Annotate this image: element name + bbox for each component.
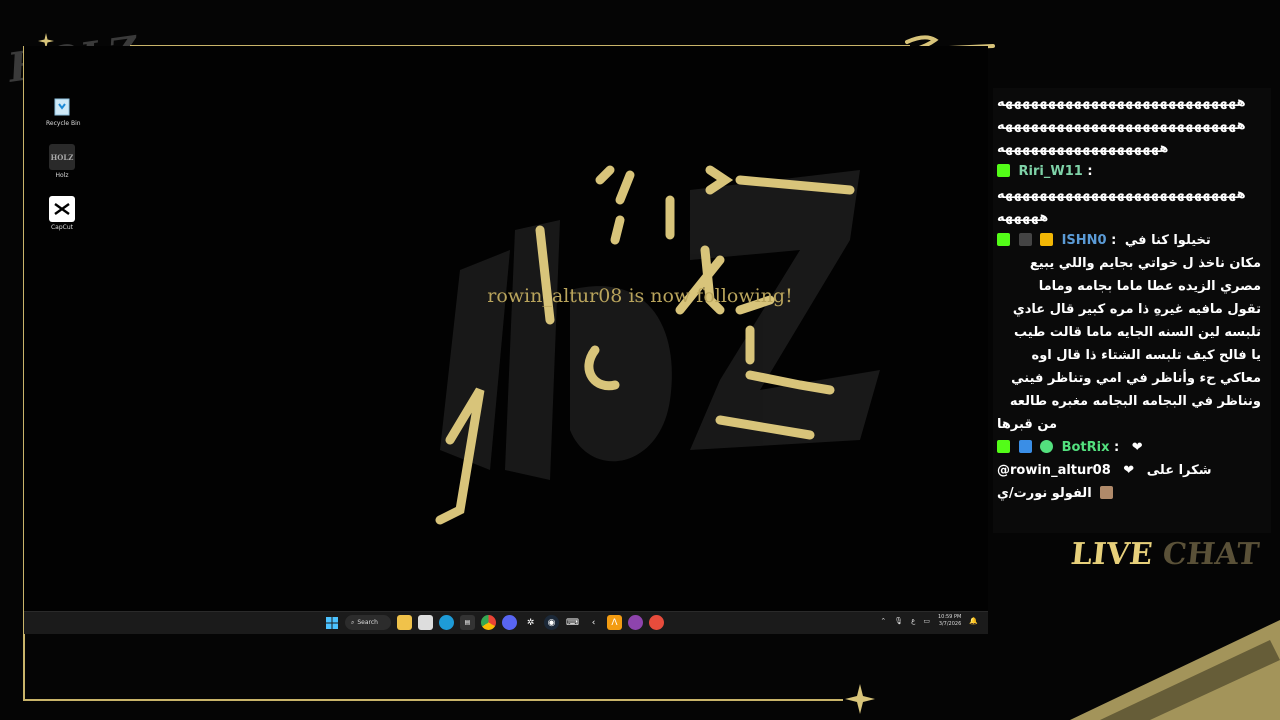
chat-line: معاكي حء وأناظر في امي وتناظر فيني xyxy=(1011,371,1261,386)
crown-badge-icon xyxy=(1040,233,1054,246)
chat-line: ونناظر في البجامه البجامه مغبره طالعه xyxy=(1009,394,1261,409)
windows-taskbar: ⌕ Search ▤ ✲ ◉ ⌨ ‹ Λ ⌃ 🎙 ع ▭ 10:59 PM 3/… xyxy=(24,611,988,634)
sparkle-badge-icon xyxy=(1018,233,1032,246)
notification-bell-icon[interactable]: 🔔 xyxy=(969,617,978,625)
chat-line: من قبرها xyxy=(997,417,1058,432)
bot-badge-icon xyxy=(1018,440,1032,453)
app-icon[interactable] xyxy=(628,615,643,630)
chat-mention: @rowin_altur08 xyxy=(997,463,1111,478)
network-icon[interactable]: ▭ xyxy=(923,617,930,625)
chat-message-header: Riri_W11 : xyxy=(997,160,1261,183)
chat-line: يا فالح كيف تلبسه الشتاء ذا قال اوه xyxy=(1031,348,1261,363)
chat-line: هههههههههههههههههههه xyxy=(997,141,1169,156)
heart-icon: ❤ xyxy=(1123,463,1135,478)
chat-line: تخيلوا كنا في xyxy=(1124,233,1211,248)
capcut-icon xyxy=(49,196,75,222)
holz-app-icon: HOLZ xyxy=(49,144,75,170)
desktop-icon-label: CapCut xyxy=(50,224,74,231)
discord-icon[interactable] xyxy=(502,615,517,630)
chat-username[interactable]: Riri_W11 xyxy=(1019,164,1083,179)
verified-badge-icon xyxy=(1040,440,1054,453)
chat-line: الفولو نورت/ي xyxy=(997,482,1261,505)
clock[interactable]: 10:59 PM 3/7/2026 xyxy=(938,614,961,628)
chat-line: ههههههههههههههههههههههههههههه xyxy=(997,187,1246,202)
chat-text: الفولو نورت/ي xyxy=(997,486,1092,501)
desktop-icon-holz[interactable]: HOLZ Holz xyxy=(46,144,78,179)
windows-start-icon[interactable] xyxy=(324,615,339,630)
desktop-icon-label: Holz xyxy=(55,172,69,179)
chat-line: مصري الزيده عطا ماما بجامه وماما xyxy=(1038,279,1261,294)
chat-line: تقول مافيه غيرهِ ذا مره كبير قال عادي xyxy=(1012,302,1261,317)
microphone-icon[interactable]: 🎙 xyxy=(894,617,903,625)
bottom-border-line xyxy=(23,699,843,701)
chat-line: هههههه xyxy=(997,210,1049,225)
chat-separator: : xyxy=(1087,164,1093,179)
chat-username[interactable]: BotRix xyxy=(1062,440,1110,455)
taskbar-search[interactable]: ⌕ Search xyxy=(345,615,391,630)
chat-line: ههههههههههههههههههههههههههههه xyxy=(997,118,1246,133)
chat-line: ههههههههههههههههههههههههههههه xyxy=(997,95,1246,110)
system-tray: ⌃ 🎙 ع ▭ 10:59 PM 3/7/2026 🔔 xyxy=(880,614,978,628)
chat-separator: : xyxy=(1114,440,1120,455)
obs-icon[interactable] xyxy=(649,615,664,630)
language-indicator[interactable]: ع xyxy=(911,617,915,625)
live-chat-panel: ههههههههههههههههههههههههههههه هههههههههه… xyxy=(993,88,1271,533)
chat-line: مكان ناخذ ل خواتي بجايم واللي يبيع xyxy=(1029,256,1261,271)
chat-message-header: BotRix : ❤ xyxy=(997,436,1261,459)
desktop-icon-capcut[interactable]: CapCut xyxy=(46,196,78,231)
search-label: Search xyxy=(357,619,378,626)
edge-icon[interactable] xyxy=(439,615,454,630)
chat-message-header: ISHN0 : تخيلوا كنا في xyxy=(997,229,1261,252)
chat-separator: : xyxy=(1111,233,1117,248)
live-chat-title: LIVE CHAT xyxy=(1069,537,1261,572)
recycle-bin-icon xyxy=(49,92,75,118)
kick-badge-icon xyxy=(997,164,1010,177)
desktop-icon-recycle-bin[interactable]: Recycle Bin xyxy=(46,92,81,127)
chat-label: CHAT xyxy=(1160,537,1261,572)
kick-icon[interactable]: ‹ xyxy=(586,615,601,630)
emote-icon xyxy=(1100,486,1114,499)
chrome-icon[interactable] xyxy=(481,615,496,630)
holz-center-logo xyxy=(435,165,880,525)
desktop-icon-label: Recycle Bin xyxy=(46,120,81,127)
star-icon xyxy=(845,684,875,714)
file-explorer-icon[interactable] xyxy=(397,615,412,630)
stream-overlay: HOLZ Recycle Bin HOLZ Holz CapCut xyxy=(0,0,1280,720)
chevron-up-icon[interactable]: ⌃ xyxy=(880,617,886,625)
chat-username[interactable]: ISHN0 xyxy=(1062,233,1107,248)
chat-line: تلبسه لين السنه الجايه ماما قالت طيب xyxy=(1014,325,1261,340)
chat-line: @rowin_altur08 ❤ شكرا على xyxy=(997,459,1261,482)
keyboard-icon[interactable]: ⌨ xyxy=(565,615,580,630)
clock-time: 10:59 PM xyxy=(937,614,962,620)
store-icon[interactable] xyxy=(418,615,433,630)
heart-icon: ❤ xyxy=(1131,440,1143,455)
search-icon: ⌕ xyxy=(351,618,355,626)
app-icon[interactable]: ▤ xyxy=(460,615,475,630)
kick-badge-icon xyxy=(997,440,1010,453)
taskbar-apps: ⌕ Search ▤ ✲ ◉ ⌨ ‹ Λ xyxy=(324,615,664,630)
app-icon[interactable]: ✲ xyxy=(523,615,538,630)
gold-brush-decoration xyxy=(1070,620,1280,720)
clock-date: 3/7/2026 xyxy=(938,621,962,627)
app-icon[interactable]: Λ xyxy=(607,615,622,630)
chat-text: شكرا على xyxy=(1146,463,1212,478)
kick-badge-icon xyxy=(997,233,1010,246)
live-label: LIVE xyxy=(1069,537,1155,572)
steam-icon[interactable]: ◉ xyxy=(544,615,559,630)
